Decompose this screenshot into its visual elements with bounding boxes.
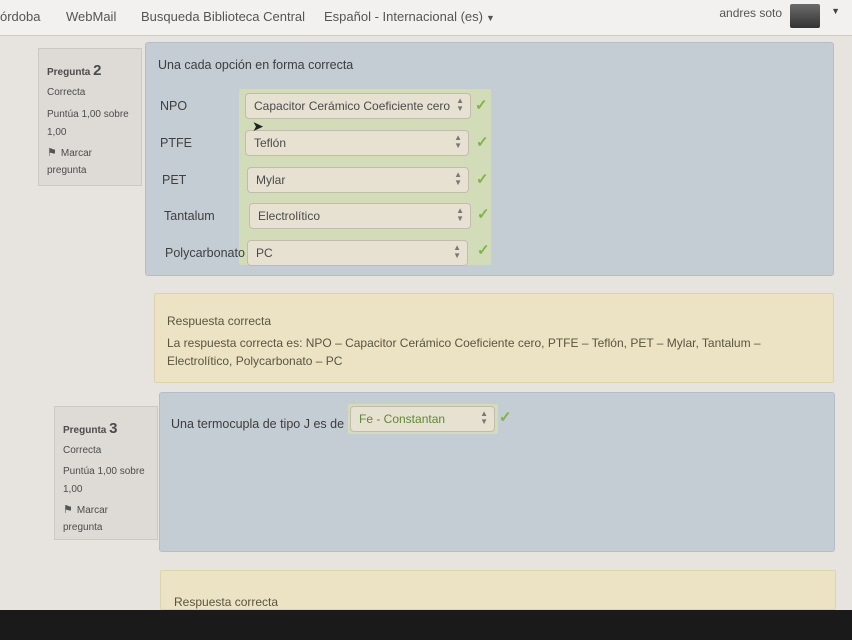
flag-icon: ⚑ [47, 147, 57, 159]
match-select-npo[interactable]: Capacitor Cerámico Coeficiente cero ▲ ▼ [245, 93, 471, 119]
flag-label-2: pregunta [63, 521, 103, 533]
match-row-npo: NPO Capacitor Cerámico Coeficiente cero … [160, 93, 471, 119]
feedback-title: Respuesta correcta [174, 595, 279, 609]
match-select-polycarbonato[interactable]: PC ▲ ▼ [247, 240, 468, 266]
user-menu[interactable]: andres soto ▼ [719, 4, 840, 28]
screen-bezel [0, 610, 852, 640]
question-prompt: Una cada opción en forma correcta [158, 58, 354, 72]
match-select-ptfe[interactable]: Teflón ▲ ▼ [245, 130, 469, 156]
question-state: Correcta [47, 87, 86, 98]
user-name: andres soto [719, 6, 783, 20]
flag-label: Marcar [60, 148, 92, 159]
updown-arrows-icon: ▲ ▼ [456, 206, 464, 223]
question-feedback-2: Respuesta correcta La respuesta correcta… [154, 293, 834, 383]
match-row-ptfe: PTFE Teflón ▲ ▼ [160, 130, 469, 156]
check-icon: ✓ [477, 242, 490, 259]
question-number: 2 [93, 62, 102, 79]
correct-answer-text: La respuesta correcta es: NPO – Capacito… [167, 335, 761, 350]
avatar [790, 4, 821, 28]
selected-option: Teflón [254, 136, 287, 150]
flag-question-button[interactable]: ⚑ Marcar pregunta [63, 502, 149, 536]
question-prompt: Una termocupla de tipo J es de : [171, 417, 351, 431]
question-grade-value: 1,00 [63, 484, 83, 495]
selected-option: Fe - Constantan [359, 412, 446, 426]
updown-arrows-icon: ▲ ▼ [454, 170, 462, 187]
caret-down-icon: ▼ [831, 6, 840, 16]
check-icon: ✓ [476, 134, 489, 151]
question-grade: Puntúa 1,00 sobre [47, 109, 129, 120]
updown-arrows-icon: ▲ ▼ [480, 409, 488, 426]
updown-arrows-icon: ▲ ▼ [454, 133, 462, 150]
question-grade-value: 1,00 [47, 127, 67, 138]
selected-option: Mylar [256, 173, 286, 187]
flag-question-button[interactable]: ⚑ Marcar pregunta [47, 145, 133, 179]
match-stem: PTFE [160, 136, 192, 150]
check-icon: ✓ [476, 171, 489, 188]
check-icon: ✓ [477, 206, 490, 223]
match-row-polycarbonato: Polycarbonato PC ▲ ▼ [165, 240, 468, 266]
question-label: Pregunta [63, 425, 107, 436]
match-select-tantalum[interactable]: Electrolítico ▲ ▼ [249, 203, 471, 229]
check-icon: ✓ [499, 409, 512, 426]
top-navbar: órdoba WebMail Busqueda Biblioteca Centr… [0, 0, 852, 36]
match-row-tantalum: Tantalum Electrolítico ▲ ▼ [164, 203, 471, 229]
question-info-3: Pregunta 3 Correcta Puntúa 1,00 sobre 1,… [54, 406, 158, 540]
question-grade: Puntúa 1,00 sobre [63, 466, 145, 477]
answer-select[interactable]: Fe - Constantan ▲ ▼ [350, 406, 495, 432]
selected-option: Electrolítico [258, 209, 321, 223]
selected-option: PC [256, 246, 273, 260]
match-row-pet: PET Mylar ▲ ▼ [162, 167, 469, 193]
match-stem: Tantalum [164, 209, 215, 223]
flag-label-2: pregunta [47, 164, 87, 176]
updown-arrows-icon: ▲ ▼ [456, 96, 464, 113]
nav-link-biblioteca[interactable]: Busqueda Biblioteca Central [141, 9, 305, 24]
language-label: Español - Internacional (es) [324, 9, 483, 24]
match-select-pet[interactable]: Mylar ▲ ▼ [247, 167, 469, 193]
mouse-cursor-icon: ➤ [252, 118, 264, 134]
nav-link-cordoba[interactable]: órdoba [0, 9, 40, 24]
correct-answer-text-2: Electrolítico, Polycarbonato – PC [167, 354, 343, 369]
language-menu[interactable]: Español - Internacional (es) ▼ [324, 9, 495, 24]
question-feedback-3: Respuesta correcta [160, 570, 836, 610]
nav-link-webmail[interactable]: WebMail [66, 9, 116, 24]
match-stem: NPO [160, 99, 188, 113]
check-icon: ✓ [475, 97, 488, 114]
match-stem: Polycarbonato [165, 246, 245, 260]
selected-option: Capacitor Cerámico Coeficiente cero [254, 99, 451, 113]
caret-down-icon: ▼ [485, 13, 495, 23]
question-number: 3 [109, 420, 118, 437]
question-info-2: Pregunta 2 Correcta Puntúa 1,00 sobre 1,… [38, 48, 142, 186]
flag-icon: ⚑ [63, 504, 73, 516]
question-state: Correcta [63, 445, 102, 456]
feedback-title: Respuesta correcta [167, 314, 272, 328]
flag-label: Marcar [76, 505, 108, 516]
updown-arrows-icon: ▲ ▼ [453, 243, 461, 260]
question-label: Pregunta [47, 67, 91, 78]
match-stem: PET [162, 173, 187, 187]
